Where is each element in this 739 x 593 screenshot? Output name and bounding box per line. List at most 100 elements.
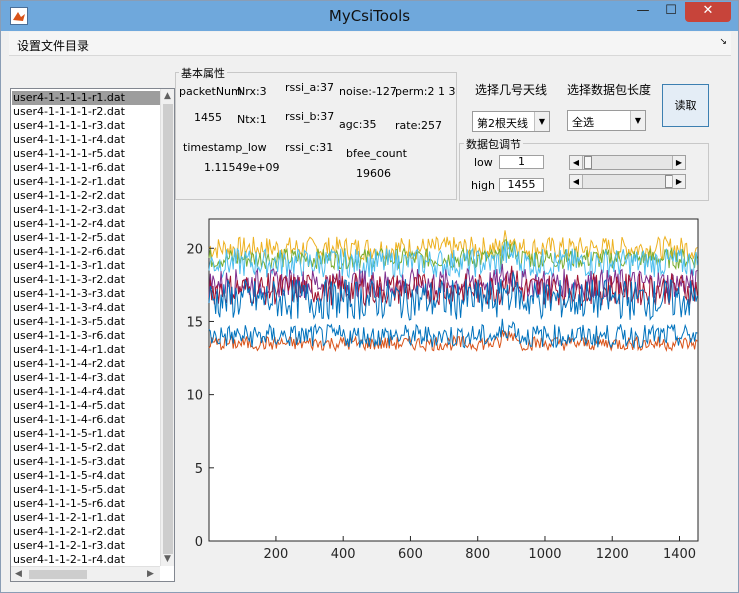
file-listbox[interactable]: user4-1-1-1-1-r1.dat user4-1-1-1-1-r2.dat… (10, 88, 175, 582)
bfee-count-label: bfee_count (346, 147, 407, 160)
minimize-icon: — (636, 3, 650, 18)
file-list-item[interactable]: user4-1-1-1-4-r2.dat (12, 357, 160, 371)
rssi-a-value: rssi_a:37 (285, 81, 334, 94)
x-tick-label: 200 (264, 547, 289, 562)
file-list-item[interactable]: user4-1-1-1-4-r1.dat (12, 343, 160, 357)
file-list-item[interactable]: user4-1-1-1-1-r3.dat (12, 119, 160, 133)
file-list-item[interactable]: user4-1-1-1-3-r6.dat (12, 329, 160, 343)
noise-value: noise:-127 (339, 85, 397, 98)
horizontal-scrollbar[interactable]: ◀ ▶ (11, 566, 160, 581)
file-list-item[interactable]: user4-1-1-1-4-r3.dat (12, 371, 160, 385)
file-list-item[interactable]: user4-1-1-1-2-r6.dat (12, 245, 160, 259)
file-list-item[interactable]: user4-1-1-1-5-r6.dat (12, 497, 160, 511)
x-tick-label: 1200 (596, 547, 629, 562)
file-list-item[interactable]: user4-1-1-1-1-r6.dat (12, 161, 160, 175)
scroll-left-icon[interactable]: ◀ (15, 569, 22, 579)
horizontal-scroll-thumb[interactable] (29, 570, 87, 579)
file-list-item[interactable]: user4-1-1-1-5-r3.dat (12, 455, 160, 469)
file-list-item[interactable]: user4-1-1-1-4-r4.dat (12, 385, 160, 399)
length-dropdown[interactable]: 全选 ▼ (567, 110, 646, 131)
file-list-item[interactable]: user4-1-1-2-1-r4.dat (12, 553, 160, 567)
low-slider-thumb[interactable] (584, 156, 592, 169)
scroll-up-icon[interactable]: ▲ (164, 91, 171, 101)
packetnum-value: 1455 (194, 111, 222, 124)
app-window: MyCsiTools — ☐ ✕ 设置文件目录 ↘ user4-1-1-1-1-… (0, 0, 739, 593)
high-input[interactable]: 1455 (499, 178, 544, 192)
file-list-item[interactable]: user4-1-1-1-5-r4.dat (12, 469, 160, 483)
antenna-dropdown[interactable]: 第2根天线 ▼ (472, 111, 550, 132)
high-label: high (471, 179, 495, 192)
maximize-icon: ☐ (665, 3, 677, 18)
y-tick-label: 10 (186, 389, 203, 404)
file-list-item[interactable]: user4-1-1-1-3-r5.dat (12, 315, 160, 329)
adjust-group-title: 数据包调节 (464, 136, 523, 152)
slider-right-icon[interactable]: ▶ (672, 156, 685, 169)
read-button[interactable]: 读取 (662, 84, 709, 127)
slider-right-icon[interactable]: ▶ (672, 175, 685, 188)
perm-value: perm:2 1 3 (395, 85, 456, 98)
file-list-item[interactable]: user4-1-1-1-2-r2.dat (12, 189, 160, 203)
y-tick-label: 5 (195, 462, 203, 477)
x-tick-label: 1000 (528, 547, 561, 562)
slider-left-icon[interactable]: ◀ (570, 175, 583, 188)
window-title: MyCsiTools (328, 7, 411, 25)
scroll-down-icon[interactable]: ▼ (164, 554, 171, 564)
maximize-button[interactable]: ☐ (657, 2, 685, 22)
file-list-item[interactable]: user4-1-1-1-3-r3.dat (12, 287, 160, 301)
file-list-item[interactable]: user4-1-1-1-2-r3.dat (12, 203, 160, 217)
file-list-item[interactable]: user4-1-1-1-3-r1.dat (12, 259, 160, 273)
minimize-button[interactable]: — (629, 2, 657, 22)
file-list-item[interactable]: user4-1-1-1-1-r1.dat (12, 91, 160, 105)
length-dropdown-value: 全选 (572, 116, 594, 129)
y-tick-label: 0 (195, 535, 203, 550)
low-label: low (474, 156, 493, 169)
close-button[interactable]: ✕ (685, 2, 731, 22)
rssi-c-value: rssi_c:31 (285, 141, 334, 154)
properties-group-title: 基本属性 (179, 65, 227, 81)
timestamp-label: timestamp_low (183, 141, 267, 154)
length-select-label: 选择数据包长度 (567, 83, 652, 97)
scroll-right-icon[interactable]: ▶ (147, 569, 154, 579)
menu-set-directory[interactable]: 设置文件目录 (17, 37, 89, 54)
x-tick-label: 600 (398, 547, 423, 562)
file-list-item[interactable]: user4-1-1-1-4-r6.dat (12, 413, 160, 427)
low-input[interactable]: 1 (499, 155, 544, 169)
title-bar[interactable]: MyCsiTools — ☐ ✕ (1, 1, 738, 31)
x-tick-label: 1400 (663, 547, 696, 562)
timestamp-value: 1.11549e+09 (204, 161, 280, 174)
file-list-item[interactable]: user4-1-1-1-3-r2.dat (12, 273, 160, 287)
high-slider[interactable]: ◀ ▶ (569, 174, 686, 189)
file-list-item[interactable]: user4-1-1-1-2-r5.dat (12, 231, 160, 245)
close-icon: ✕ (702, 3, 714, 18)
file-list-item[interactable]: user4-1-1-1-5-r2.dat (12, 441, 160, 455)
file-list-item[interactable]: user4-1-1-2-1-r3.dat (12, 539, 160, 553)
chevron-down-icon[interactable]: ▼ (630, 111, 645, 130)
rate-value: rate:257 (395, 119, 443, 132)
file-list-item[interactable]: user4-1-1-1-2-r1.dat (12, 175, 160, 189)
file-list-item[interactable]: user4-1-1-1-2-r4.dat (12, 217, 160, 231)
file-list-item[interactable]: user4-1-1-1-5-r5.dat (12, 483, 160, 497)
chevron-down-icon[interactable]: ▼ (534, 112, 549, 131)
slider-left-icon[interactable]: ◀ (570, 156, 583, 169)
file-list-item[interactable]: user4-1-1-1-5-r1.dat (12, 427, 160, 441)
file-list-item[interactable]: user4-1-1-1-3-r4.dat (12, 301, 160, 315)
file-list-item[interactable]: user4-1-1-2-1-r2.dat (12, 525, 160, 539)
vertical-scroll-thumb[interactable] (163, 104, 173, 554)
low-slider[interactable]: ◀ ▶ (569, 155, 686, 170)
csi-amplitude-chart: 200 400 600 800 1000 1200 1400 0 5 10 15 20 (186, 218, 699, 562)
antenna-select-label: 选择几号天线 (475, 83, 548, 97)
menu-bar: 设置文件目录 ↘ (9, 32, 731, 56)
file-list-item[interactable]: user4-1-1-1-1-r4.dat (12, 133, 160, 147)
x-tick-label: 800 (465, 547, 490, 562)
file-list-item[interactable]: user4-1-1-2-1-r1.dat (12, 511, 160, 525)
file-list-item[interactable]: user4-1-1-1-1-r5.dat (12, 147, 160, 161)
packetnum-label: packetNum (179, 85, 242, 98)
file-list-item[interactable]: user4-1-1-1-4-r5.dat (12, 399, 160, 413)
y-tick-label: 20 (186, 242, 203, 257)
bfee-count-value: 19606 (356, 167, 391, 180)
resize-corner-icon: ↘ (719, 37, 727, 47)
vertical-scrollbar[interactable]: ▲ ▼ (160, 89, 174, 566)
ntx-value: Ntx:1 (237, 113, 267, 126)
file-list-item[interactable]: user4-1-1-1-1-r2.dat (12, 105, 160, 119)
y-tick-label: 15 (186, 315, 203, 330)
